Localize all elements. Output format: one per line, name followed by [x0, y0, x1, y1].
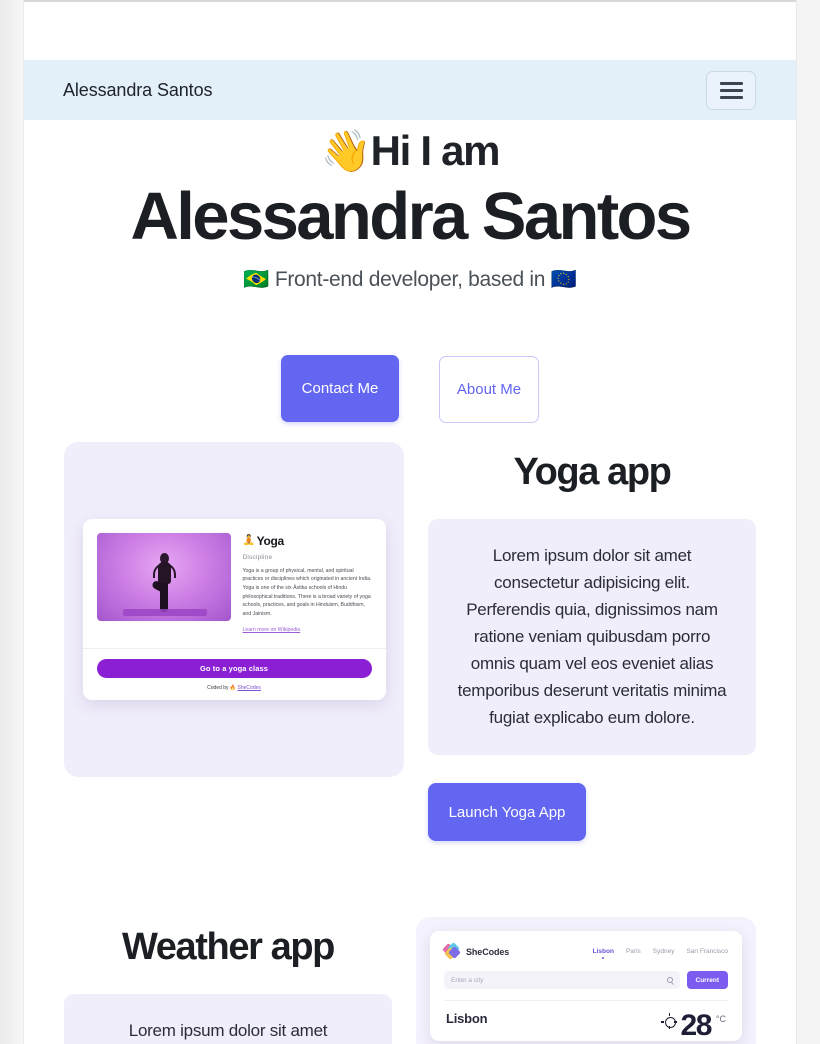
yoga-mock-credit: Coded by 🔥 SheCodes — [97, 685, 372, 691]
weather-city-name: Lisbon — [446, 1011, 488, 1026]
weather-text-column: Weather app Lorem ipsum dolor sit amet c… — [64, 917, 392, 1044]
hamburger-bar — [719, 88, 743, 92]
city-search-input[interactable]: Enter a city — [444, 971, 680, 989]
yoga-preview-column: 🧘 Yoga Discipline Yoga is a group of phy… — [64, 442, 404, 777]
yoga-pose-photo — [96, 532, 231, 621]
yoga-mock-paragraph: Yoga is a group of physical, mental, and… — [242, 567, 372, 617]
shecodes-logo: SheCodes — [442, 942, 510, 960]
search-icon[interactable] — [666, 977, 673, 983]
weather-search-row: Enter a city Current — [444, 971, 728, 989]
hamburger-bar — [719, 81, 743, 85]
weather-preview-column: SheCodes Lisbon Paris Sydney San Francis… — [416, 917, 756, 1044]
hero-greeting: 👋Hi I am — [24, 120, 796, 180]
shecodes-wordmark: SheCodes — [466, 946, 510, 957]
page-background: Alessandra Santos 👋Hi I am Alessandra Sa… — [0, 0, 820, 1044]
weather-city-nav: Lisbon Paris Sydney San Francisco — [593, 948, 728, 955]
project-row-weather: Weather app Lorem ipsum dolor sit amet c… — [24, 917, 796, 1044]
city-link-sydney[interactable]: Sydney — [653, 948, 675, 955]
yoga-mock-title-text: Yoga — [256, 533, 285, 548]
project-title-weather: Weather app — [122, 926, 335, 968]
yoga-app-mock[interactable]: 🧘 Yoga Discipline Yoga is a group of phy… — [82, 518, 386, 701]
launch-yoga-app-button[interactable]: Launch Yoga App — [428, 783, 586, 841]
brazil-flag-icon: 🇧🇷 — [243, 268, 270, 291]
yoga-mat — [122, 608, 207, 616]
browser-viewport: Alessandra Santos 👋Hi I am Alessandra Sa… — [24, 0, 796, 1044]
shecodes-credit-link[interactable]: SheCodes — [238, 685, 261, 691]
brand-name[interactable]: Alessandra Santos — [63, 80, 213, 101]
fire-icon: 🔥 — [229, 685, 237, 692]
project-row-yoga: 🧘 Yoga Discipline Yoga is a group of phy… — [24, 442, 796, 841]
about-me-button[interactable]: About Me — [439, 356, 539, 423]
waving-hand-icon: 👋 — [320, 128, 372, 174]
contact-me-button[interactable]: Contact Me — [281, 355, 399, 422]
weather-preview-panel: SheCodes Lisbon Paris Sydney San Francis… — [416, 917, 756, 1044]
hero-subtitle: 🇧🇷 Front-end developer, based in 🇪🇺 — [24, 265, 796, 295]
project-description-weather: Lorem ipsum dolor sit amet consectetur a… — [64, 994, 392, 1044]
yoga-mock-info: 🧘 Yoga Discipline Yoga is a group of phy… — [243, 533, 372, 637]
site-navbar: Alessandra Santos — [24, 60, 796, 120]
yoga-mock-subtitle: Discipline — [242, 553, 273, 561]
figure-torso — [157, 561, 171, 584]
page-top-edge — [24, 0, 796, 2]
projects-section: 🧘 Yoga Discipline Yoga is a group of phy… — [24, 442, 796, 1044]
weather-readout: Lisbon 28 °C — [444, 1001, 728, 1041]
yoga-person-icon: 🧘 — [242, 535, 255, 547]
weather-mock-header: SheCodes Lisbon Paris Sydney San Francis… — [442, 942, 728, 960]
weather-app-mock[interactable]: SheCodes Lisbon Paris Sydney San Francis… — [430, 931, 742, 1041]
sun-icon — [660, 1013, 676, 1028]
city-link-lisbon[interactable]: Lisbon — [593, 948, 614, 955]
page-title: Alessandra Santos — [130, 179, 692, 254]
eu-flag-icon: 🇪🇺 — [550, 268, 577, 291]
city-search-placeholder: Enter a city — [451, 976, 484, 984]
go-to-yoga-class-button[interactable]: Go to a yoga class — [96, 659, 372, 679]
hamburger-icon[interactable] — [706, 70, 756, 110]
city-link-paris[interactable]: Paris — [626, 948, 641, 955]
yoga-launch-wrap: Launch Yoga App — [428, 783, 756, 841]
yoga-preview-panel: 🧘 Yoga Discipline Yoga is a group of phy… — [64, 442, 404, 777]
credit-prefix: Coded by — [207, 685, 229, 692]
yoga-text-column: Yoga app Lorem ipsum dolor sit amet cons… — [428, 442, 756, 841]
hero-section: 👋Hi I am Alessandra Santos 🇧🇷 Front-end … — [24, 120, 796, 295]
wikipedia-link[interactable]: Learn more on Wikipedia — [243, 627, 301, 633]
yoga-mock-title: 🧘 Yoga — [243, 534, 372, 548]
yoga-mock-body: 🧘 Yoga Discipline Yoga is a group of phy… — [83, 519, 386, 649]
hero-subtitle-text: Front-end developer, based in — [274, 268, 546, 291]
weather-unit[interactable]: °C — [716, 1014, 726, 1024]
weather-temperature: 28 — [680, 1009, 713, 1041]
hero-greeting-text: Hi I am — [370, 127, 501, 174]
shecodes-mark-icon — [442, 942, 461, 960]
yoga-mock-footer: Go to a yoga class Coded by 🔥 SheCodes — [83, 649, 386, 700]
hamburger-bar — [719, 95, 743, 99]
current-location-button[interactable]: Current — [686, 971, 728, 989]
project-title-yoga: Yoga app — [513, 451, 672, 493]
weather-temperature-block: 28 °C — [660, 1009, 726, 1041]
project-description-yoga: Lorem ipsum dolor sit amet consectetur a… — [428, 519, 756, 755]
city-link-san-francisco[interactable]: San Francisco — [686, 948, 728, 955]
hero-actions: Contact Me About Me — [24, 355, 796, 423]
